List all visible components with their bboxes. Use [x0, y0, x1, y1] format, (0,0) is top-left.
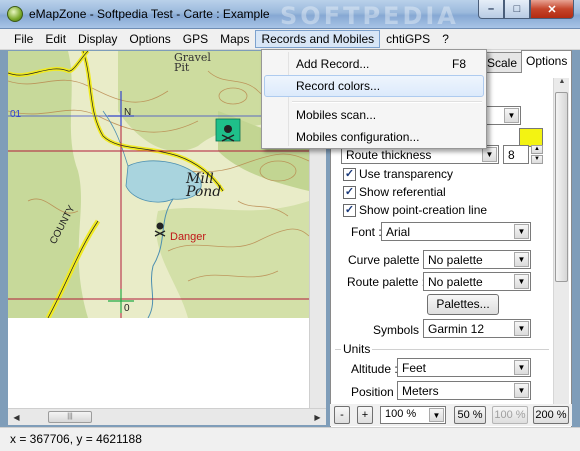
use-transparency-checkbox[interactable]: ✓ Use transparency — [343, 167, 453, 181]
chevron-down-icon: ▼ — [514, 360, 529, 375]
menu-chtigps[interactable]: chtiGPS — [380, 30, 436, 48]
curve-palette-value: No palette — [428, 253, 483, 267]
symbols-value: Garmin 12 — [428, 322, 485, 336]
add-record-label: Add Record... — [296, 57, 370, 71]
position-value: Meters — [402, 384, 439, 398]
zoom-out-button[interactable]: - — [334, 406, 350, 424]
map-label-grid-n: N — [124, 107, 132, 118]
close-button[interactable]: ✕ — [530, 0, 574, 19]
chevron-down-icon: ▼ — [482, 147, 497, 162]
menu-records-and-mobiles[interactable]: Records and Mobiles — [255, 30, 381, 48]
font-value: Arial — [386, 225, 411, 239]
menu-bar: File Edit Display Options GPS Maps Recor… — [0, 29, 580, 50]
altitude-label: Altitude : — [351, 362, 398, 376]
map-horizontal-scroll-thumb[interactable]: ||| — [48, 411, 92, 423]
title-bar: eMapZone - Softpedia Test - Carte : Exam… — [0, 0, 580, 30]
route-palette-select[interactable]: No palette ▼ — [423, 272, 531, 291]
font-label: Font : — [351, 225, 382, 239]
chevron-down-icon: ▼ — [514, 224, 529, 239]
zoom-100-button[interactable]: 100 % — [492, 406, 528, 424]
position-select[interactable]: Meters ▼ — [397, 381, 531, 400]
map-label-danger: Danger — [170, 231, 207, 243]
zoom-value: 100 % — [385, 408, 417, 420]
altitude-select[interactable]: Feet ▼ — [397, 358, 531, 377]
map-label-grid-01: 01 — [10, 109, 22, 120]
chevron-down-icon: ▼ — [429, 408, 444, 422]
scroll-up-arrow-icon[interactable]: ▲ — [554, 78, 570, 90]
use-transparency-label: Use transparency — [359, 167, 454, 181]
units-group-title: Units — [341, 342, 373, 356]
map-horizontal-scrollbar[interactable]: ◀ ||| ▶ — [8, 408, 326, 425]
window-title: eMapZone - Softpedia Test - Carte : Exam… — [29, 7, 270, 21]
palettes-button[interactable]: Palettes... — [427, 294, 499, 315]
thickness-up-icon[interactable]: ▲ — [531, 145, 543, 154]
map-label-gravel-pit: Gravel Pit — [174, 51, 211, 74]
position-label: Position : — [351, 385, 401, 399]
menu-gps[interactable]: GPS — [177, 30, 214, 48]
menu-edit[interactable]: Edit — [39, 30, 72, 48]
checkmark-icon: ✓ — [343, 185, 356, 199]
options-scroll-thumb[interactable] — [555, 92, 568, 282]
menu-item-mobiles-configuration[interactable]: Mobiles configuration... — [264, 126, 484, 148]
route-palette-value: No palette — [428, 275, 483, 289]
line-style-value: Route thickness — [346, 148, 432, 162]
show-referential-label: Show referential — [359, 185, 446, 199]
thickness-down-icon[interactable]: ▼ — [531, 155, 543, 164]
chevron-down-icon: ▼ — [514, 274, 529, 289]
mobiles-configuration-label: Mobiles configuration... — [296, 130, 420, 144]
thickness-input[interactable]: 8 — [503, 145, 529, 164]
chevron-down-icon: ▼ — [514, 252, 529, 267]
menu-separator — [292, 101, 482, 103]
show-point-creation-line-checkbox[interactable]: ✓ Show point-creation line — [343, 203, 487, 217]
zoom-200-button[interactable]: 200 % — [533, 406, 569, 424]
map-label-mill-pond: Mill Pond — [186, 171, 222, 200]
menu-options[interactable]: Options — [123, 30, 176, 48]
menu-item-record-colors[interactable]: Record colors... — [264, 75, 484, 97]
chevron-down-icon: ▼ — [514, 321, 529, 336]
tab-options[interactable]: Options — [521, 50, 573, 73]
minimize-button[interactable]: – — [478, 0, 504, 19]
font-select[interactable]: Arial ▼ — [381, 222, 531, 241]
menu-file[interactable]: File — [8, 30, 39, 48]
chevron-down-icon: ▼ — [504, 108, 519, 123]
tab-scale[interactable]: Scale — [482, 52, 523, 72]
options-vertical-scrollbar[interactable]: ▲ ▼ — [553, 78, 569, 418]
zoom-toolbar: - + 100 % ▼ 50 % 100 % 200 % — [330, 404, 572, 426]
app-globe-icon[interactable] — [7, 6, 23, 22]
checkmark-icon: ✓ — [343, 167, 356, 181]
symbols-select[interactable]: Garmin 12 ▼ — [423, 319, 531, 338]
symbols-label: Symbols : — [373, 323, 426, 337]
zoom-50-button[interactable]: 50 % — [454, 406, 486, 424]
records-and-mobiles-menu: Add Record... F8 Record colors... Mobile… — [261, 49, 487, 149]
menu-display[interactable]: Display — [72, 30, 123, 48]
map-label-grid-0: 0 — [124, 303, 130, 314]
menu-help[interactable]: ? — [436, 30, 455, 48]
checkmark-icon: ✓ — [343, 203, 356, 217]
route-palette-label: Route palette : — [347, 275, 426, 289]
show-referential-checkbox[interactable]: ✓ Show referential — [343, 185, 446, 199]
menu-item-add-record[interactable]: Add Record... F8 — [264, 53, 484, 75]
status-bar: x = 367706, y = 4621188 — [0, 427, 580, 451]
curve-palette-select[interactable]: No palette ▼ — [423, 250, 531, 269]
chevron-down-icon: ▼ — [514, 383, 529, 398]
altitude-value: Feet — [402, 361, 427, 375]
softpedia-watermark: SOFTPEDIA — [280, 2, 459, 30]
cursor-coordinates: x = 367706, y = 4621188 — [10, 432, 142, 446]
mobiles-scan-label: Mobiles scan... — [296, 108, 377, 122]
show-point-creation-line-label: Show point-creation line — [359, 203, 488, 217]
scroll-left-arrow-icon[interactable]: ◀ — [8, 409, 25, 425]
curve-palette-label: Curve palette : — [348, 253, 427, 267]
zoom-in-button[interactable]: + — [357, 406, 373, 424]
menu-item-mobiles-scan[interactable]: Mobiles scan... — [264, 104, 484, 126]
record-colors-label: Record colors... — [296, 79, 381, 93]
scroll-right-arrow-icon[interactable]: ▶ — [309, 409, 326, 425]
menu-maps[interactable]: Maps — [214, 30, 255, 48]
zoom-select[interactable]: 100 % ▼ — [380, 406, 446, 424]
map-empty-area — [8, 318, 309, 408]
maximize-button[interactable]: □ — [504, 0, 530, 19]
add-record-shortcut: F8 — [451, 57, 466, 71]
